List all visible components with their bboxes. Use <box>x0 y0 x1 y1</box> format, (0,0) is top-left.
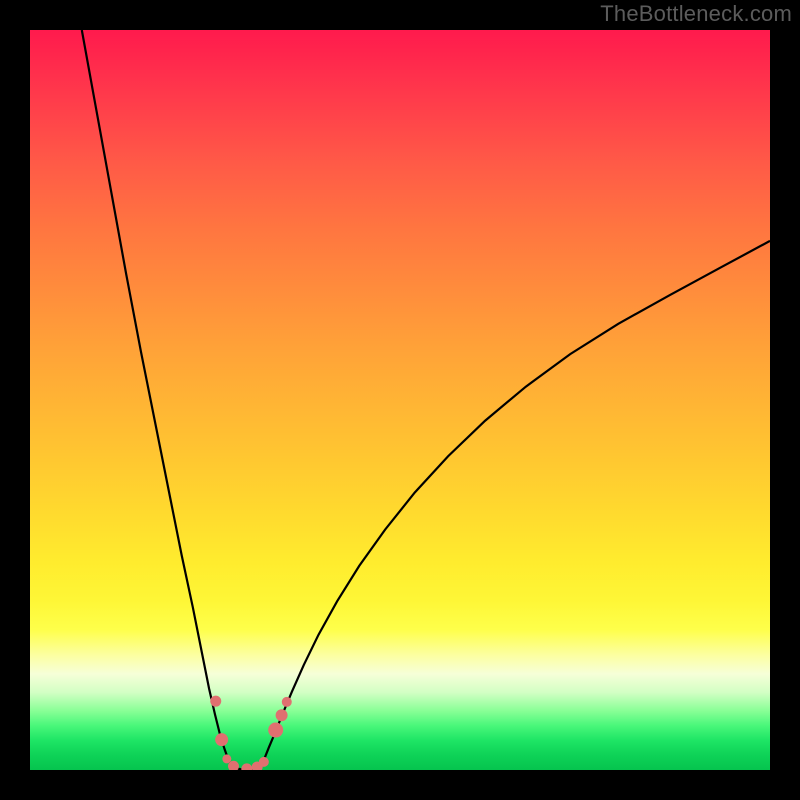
data-marker <box>259 757 269 767</box>
curve-right-branch <box>261 241 770 766</box>
data-marker <box>282 697 292 707</box>
plot-area <box>30 30 770 770</box>
data-marker <box>222 754 231 763</box>
watermark-text: TheBottleneck.com <box>600 1 792 27</box>
data-marker <box>268 723 283 738</box>
curve-left-branch <box>82 30 231 766</box>
data-markers <box>210 696 292 770</box>
chart-frame: TheBottleneck.com <box>0 0 800 800</box>
data-marker <box>210 696 221 707</box>
data-marker <box>241 763 252 770</box>
bottleneck-curve <box>30 30 770 770</box>
data-marker <box>276 709 288 721</box>
data-marker <box>215 733 228 746</box>
